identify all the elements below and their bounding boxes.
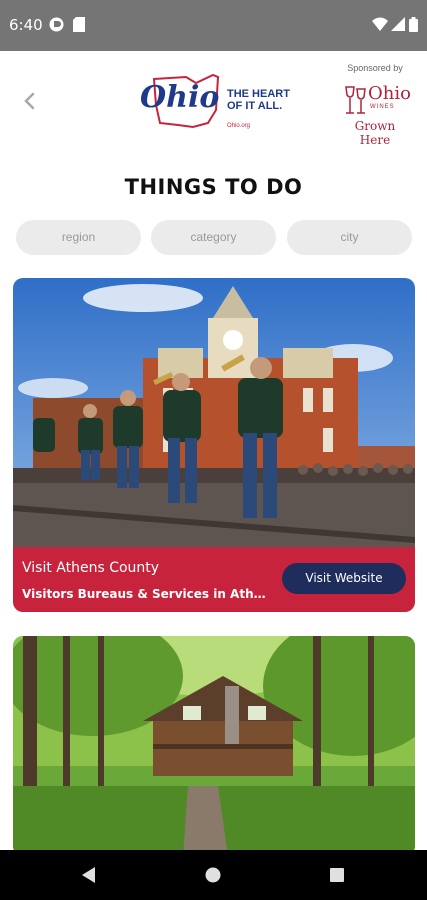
recents-square-icon[interactable] (329, 867, 345, 883)
sim-card-icon (73, 17, 85, 32)
logo-wordmark: Ohio (140, 80, 219, 115)
status-app-icon (49, 17, 64, 32)
logo-tagline-2: OF IT ALL. (227, 100, 282, 112)
sponsor-tagline: Grown Here (354, 119, 396, 147)
sponsor-brand: Ohio (368, 83, 411, 104)
wifi-icon (372, 17, 388, 31)
listing-card[interactable]: Visit Athens County Visitors Bureaus & S… (13, 278, 415, 612)
category-filter[interactable]: category (151, 220, 276, 255)
visit-website-button[interactable]: Visit Website (282, 563, 406, 594)
battery-icon (409, 17, 418, 32)
status-bar: 6:40 (0, 0, 427, 51)
app-header: Ohio THE HEART OF IT ALL. Ohio.org Spons… (0, 51, 427, 151)
listing-info-bar: Visit Athens County Visitors Bureaus & S… (13, 547, 415, 612)
city-filter[interactable]: city (287, 220, 412, 255)
listing-card[interactable] (13, 636, 415, 856)
listing-photo (13, 278, 415, 547)
listing-photo (13, 636, 415, 856)
status-time: 6:40 (9, 16, 43, 34)
listing-subtitle: Visitors Bureaus & Services in Athens, A… (22, 587, 272, 601)
page-title: THINGS TO DO (124, 175, 303, 199)
region-filter[interactable]: region (16, 220, 141, 255)
listing-title: Visit Athens County (22, 560, 160, 576)
logo-tagline-1: THE HEART (227, 88, 290, 100)
home-circle-icon[interactable] (205, 867, 221, 883)
sponsor-brand-sub: WINES (370, 104, 395, 110)
wine-glasses-icon (345, 86, 366, 114)
chevron-left-icon[interactable] (20, 89, 40, 113)
signal-icon (391, 17, 405, 31)
sponsor-badge: Sponsored by Ohio WINES Grown Here (338, 63, 412, 147)
back-triangle-icon[interactable] (80, 866, 96, 884)
logo-url: Ohio.org (227, 123, 250, 129)
system-navigation-bar (0, 850, 427, 900)
sponsor-label: Sponsored by (347, 63, 403, 73)
ohio-logo: Ohio THE HEART OF IT ALL. Ohio.org (140, 73, 290, 129)
